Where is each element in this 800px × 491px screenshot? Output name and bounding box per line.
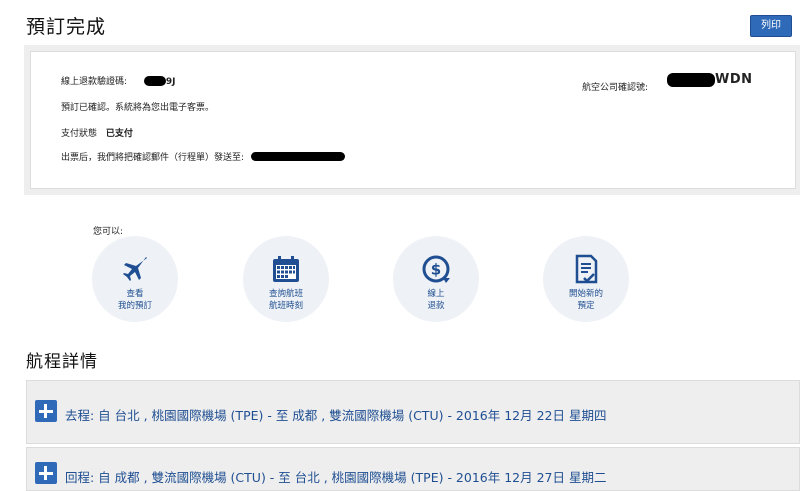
action-label-line2: 退款 [427, 301, 445, 311]
airline-confirm-value: WDN [715, 72, 753, 87]
action-label-line1: 開始新的 [568, 289, 603, 299]
payment-status-label: 支付狀態 [61, 129, 98, 139]
online-refund-button[interactable]: $ 線上 退款 [393, 236, 479, 322]
redacted-block [250, 152, 345, 161]
airline-confirm-row: WDN [667, 72, 753, 88]
itinerary-leg-return[interactable]: 回程: 自 成都 , 雙流國際機場 (CTU) - 至 台北 , 桃園國際機場 … [26, 447, 800, 491]
print-button[interactable]: 列印 [750, 15, 792, 37]
email-notice-row: 出票后，我們將把確認郵件（行程單）發送至: [61, 150, 345, 163]
view-booking-button[interactable]: 查看 我的預訂 [92, 236, 178, 322]
payment-status-row: 支付狀態 已支付 [61, 126, 133, 139]
confirmed-text: 預訂已確認。系統將為您出電子客票。 [61, 103, 215, 113]
expand-icon[interactable] [35, 462, 57, 484]
itinerary-leg-text: 去程: 自 台北 , 桃園國際機場 (TPE) - 至 成都 , 雙流國際機場 … [65, 408, 607, 423]
svg-text:$: $ [431, 261, 441, 279]
view-booking-label: 查看 我的預訂 [92, 288, 178, 312]
action-label-line1: 查詢航班 [268, 289, 303, 299]
calendar-icon [273, 256, 299, 282]
confirmation-card: 線上退款驗證碼: 9J 預訂已確認。系統將為您出電子客票。 支付狀態 已支付 出… [30, 51, 796, 189]
action-label-line2: 預定 [577, 301, 595, 311]
action-label-line1: 查看 [126, 289, 144, 299]
action-label-line1: 線上 [427, 289, 445, 299]
refund-icon: $ [422, 255, 450, 283]
confirmation-panel: 線上退款驗證碼: 9J 預訂已確認。系統將為您出電子客票。 支付狀態 已支付 出… [24, 45, 800, 195]
actions-intro: 您可以: [93, 227, 124, 237]
redacted-block [667, 72, 715, 87]
new-booking-label: 開始新的 預定 [543, 288, 629, 312]
refund-code-label: 線上退款驗證碼: [61, 77, 128, 87]
action-label-line2: 航班時刻 [268, 301, 303, 311]
new-booking-button[interactable]: 開始新的 預定 [543, 236, 629, 322]
online-refund-label: 線上 退款 [393, 288, 479, 312]
refund-code-value: 9J [165, 77, 176, 87]
email-notice-text: 出票后，我們將把確認郵件（行程單）發送至: [61, 153, 245, 163]
refund-code-row: 線上退款驗證碼: 9J [61, 74, 176, 87]
flight-schedule-label: 查詢航班 航班時刻 [243, 288, 329, 312]
document-icon [575, 254, 598, 284]
page-title: 預訂完成 [26, 16, 107, 38]
expand-icon[interactable] [35, 400, 57, 422]
action-label-line2: 我的預訂 [117, 301, 152, 311]
redacted-block [143, 75, 166, 86]
itinerary-title: 航程詳情 [26, 352, 98, 372]
itinerary-leg-outbound[interactable]: 去程: 自 台北 , 桃園國際機場 (TPE) - 至 成都 , 雙流國際機場 … [26, 380, 800, 444]
airplane-icon [123, 257, 147, 281]
payment-status-value: 已支付 [105, 129, 133, 139]
airline-confirm-label: 航空公司確認號: [582, 83, 649, 93]
itinerary-leg-text: 回程: 自 成都 , 雙流國際機場 (CTU) - 至 台北 , 桃園國際機場 … [65, 470, 607, 485]
flight-schedule-button[interactable]: 查詢航班 航班時刻 [243, 236, 329, 322]
